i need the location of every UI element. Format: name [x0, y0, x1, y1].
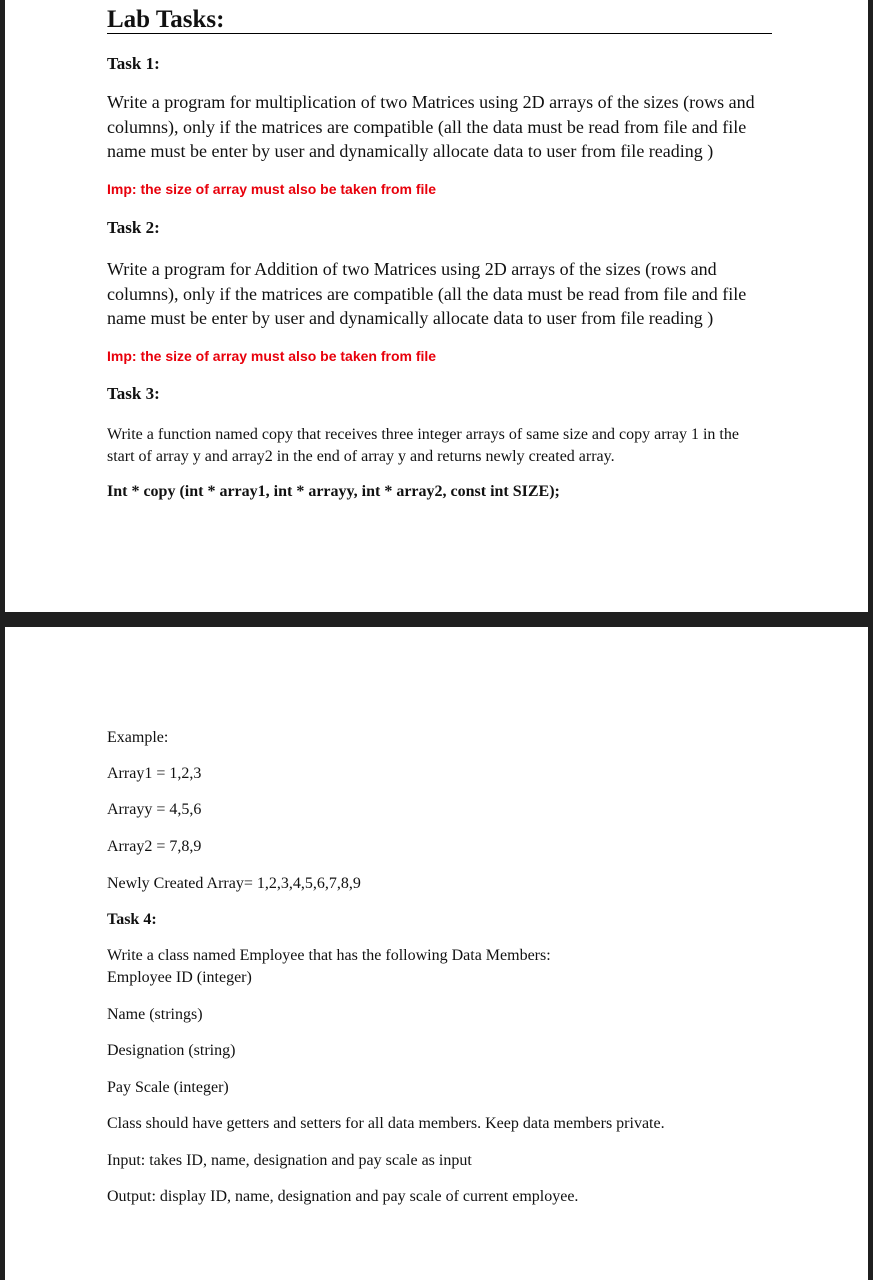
example-newly-created: Newly Created Array= 1,2,3,4,5,6,7,8,9 — [107, 875, 361, 892]
member-pay-scale: Pay Scale (integer) — [107, 1079, 229, 1096]
page-heading: Lab Tasks: — [107, 6, 225, 33]
document-page-2: Example: Array1 = 1,2,3 Arrayy = 4,5,6 A… — [5, 627, 868, 1280]
task1-title: Task 1: — [107, 54, 160, 73]
function-signature: Int * copy (int * array1, int * arrayy, … — [107, 483, 560, 500]
task1-body: Write a program for multiplication of tw… — [107, 92, 755, 161]
task3-title: Task 3: — [107, 384, 160, 403]
task1-imp-note: Imp: the size of array must also be take… — [107, 181, 437, 197]
task2-title: Task 2: — [107, 218, 160, 237]
task3-body: Write a function named copy that receive… — [107, 426, 739, 465]
example-label: Example: — [107, 729, 169, 746]
task2-body: Write a program for Addition of two Matr… — [107, 259, 747, 328]
task4-note: Class should have getters and setters fo… — [107, 1115, 665, 1132]
task2-imp-note: Imp: the size of array must also be take… — [107, 348, 437, 364]
example-array2: Array2 = 7,8,9 — [107, 838, 202, 855]
member-employee-id: Employee ID (integer) — [107, 969, 252, 986]
example-array1: Array1 = 1,2,3 — [107, 765, 202, 782]
task4-input: Input: takes ID, name, designation and p… — [107, 1152, 472, 1169]
member-designation: Designation (string) — [107, 1042, 236, 1059]
heading-underline — [107, 33, 772, 34]
task4-output: Output: display ID, name, designation an… — [107, 1188, 579, 1205]
task4-intro: Write a class named Employee that has th… — [107, 947, 551, 964]
document-page-1: Lab Tasks: Task 1: Write a program for m… — [5, 0, 868, 612]
example-arrayy: Arrayy = 4,5,6 — [107, 801, 202, 818]
member-name: Name (strings) — [107, 1006, 203, 1023]
task4-title: Task 4: — [107, 911, 157, 928]
